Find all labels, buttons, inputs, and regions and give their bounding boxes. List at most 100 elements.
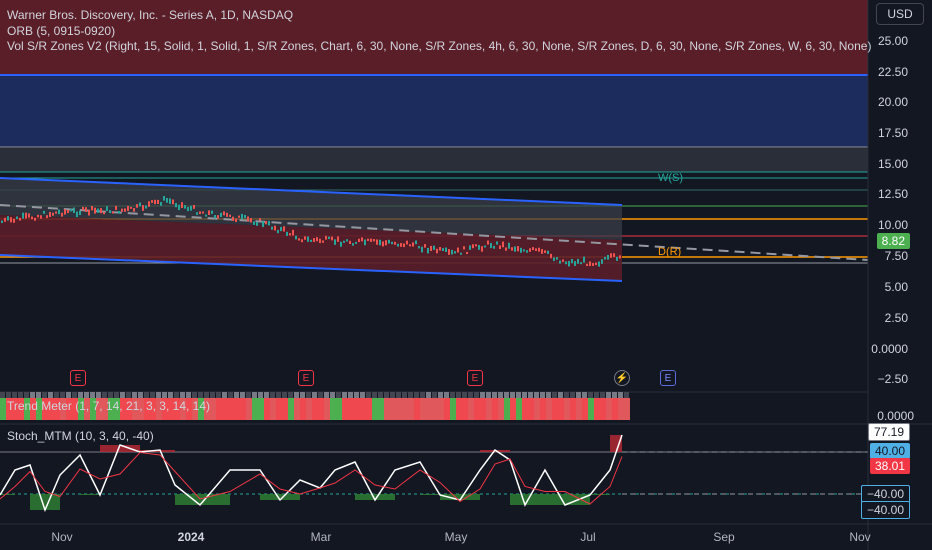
trend-meter-top-tick bbox=[594, 392, 599, 398]
trend-meter-bar bbox=[234, 398, 240, 420]
earnings-marker[interactable]: E bbox=[70, 370, 86, 386]
trend-meter-bar bbox=[336, 398, 342, 420]
candle bbox=[139, 202, 141, 207]
earnings-marker[interactable]: E bbox=[298, 370, 314, 386]
candle bbox=[280, 226, 282, 232]
candle bbox=[103, 212, 105, 215]
candle bbox=[226, 212, 228, 217]
trend-meter-title[interactable]: Trend Meter (1, 7, 14, 21, 3, 3, 14, 14) bbox=[7, 399, 210, 413]
candle bbox=[493, 245, 495, 249]
trend-meter-bar bbox=[612, 398, 618, 420]
candle bbox=[397, 243, 399, 247]
candle bbox=[34, 217, 36, 221]
trend-meter-top-tick bbox=[192, 392, 197, 398]
trend-meter-bar bbox=[624, 398, 630, 420]
trend-meter-bar bbox=[360, 398, 366, 420]
trend-meter-bar bbox=[258, 398, 264, 420]
candle bbox=[61, 212, 63, 217]
orb-indicator-legend[interactable]: ORB (5, 0915-0920) bbox=[7, 24, 115, 38]
trend-meter-bar bbox=[540, 398, 546, 420]
stoch-extreme-fill bbox=[0, 494, 15, 495]
candle bbox=[133, 208, 135, 212]
trend-meter-top-tick bbox=[414, 392, 419, 398]
candle bbox=[358, 238, 360, 243]
trend-meter-top-tick bbox=[564, 392, 569, 398]
candle bbox=[424, 244, 426, 248]
earnings-marker[interactable]: E bbox=[467, 370, 483, 386]
candle bbox=[490, 243, 492, 249]
candle bbox=[598, 261, 600, 267]
trend-meter-bar bbox=[354, 398, 360, 420]
trend-meter-top-tick bbox=[90, 392, 95, 398]
candle bbox=[601, 259, 603, 264]
dividend-icon[interactable]: ⚡ bbox=[614, 370, 630, 386]
trend-meter-top-tick bbox=[96, 392, 101, 398]
trend-meter-top-tick bbox=[576, 392, 581, 398]
candle bbox=[115, 205, 117, 210]
candle bbox=[142, 205, 144, 211]
candle bbox=[181, 202, 183, 209]
trend-meter-top-tick bbox=[126, 392, 131, 398]
candle bbox=[508, 242, 510, 249]
price-tick-label: 12.50 bbox=[877, 187, 908, 201]
symbol-legend[interactable]: Warner Bros. Discovery, Inc. - Series A,… bbox=[7, 8, 293, 22]
trend-meter-top-tick bbox=[588, 392, 593, 398]
vol-sr-indicator-legend[interactable]: Vol S/R Zones V2 (Right, 15, Solid, 1, S… bbox=[7, 39, 871, 53]
candle bbox=[121, 208, 123, 212]
stoch-mtm-title[interactable]: Stoch_MTM (10, 3, 40, -40) bbox=[7, 429, 154, 443]
price-tick-label: 22.50 bbox=[877, 65, 908, 79]
trend-meter-top-tick bbox=[252, 392, 257, 398]
candle bbox=[604, 256, 606, 260]
trend-meter-top-tick bbox=[108, 392, 113, 398]
candle bbox=[532, 247, 534, 251]
candle bbox=[463, 246, 465, 250]
candle bbox=[313, 238, 315, 243]
trend-meter-bar bbox=[216, 398, 222, 420]
candle bbox=[124, 208, 126, 212]
candle bbox=[469, 245, 471, 250]
trend-meter-top-tick bbox=[282, 392, 287, 398]
candle bbox=[544, 250, 546, 253]
trend-meter-bar bbox=[456, 398, 462, 420]
trend-meter-top-tick bbox=[420, 392, 425, 398]
upcoming-earnings-marker[interactable]: E bbox=[660, 370, 676, 386]
candle bbox=[52, 212, 54, 216]
candle bbox=[130, 206, 132, 209]
candle bbox=[322, 240, 324, 243]
trend-meter-bar bbox=[252, 398, 258, 420]
trend-meter-top-tick bbox=[396, 392, 401, 398]
candle bbox=[208, 210, 210, 215]
candle bbox=[325, 235, 327, 240]
trend-meter-top-tick bbox=[294, 392, 299, 398]
candle bbox=[271, 226, 273, 230]
candle bbox=[166, 197, 168, 203]
candle bbox=[58, 209, 60, 215]
candle bbox=[487, 240, 489, 245]
trend-meter-bar bbox=[240, 398, 246, 420]
trend-meter-bar bbox=[588, 398, 594, 420]
candle bbox=[565, 261, 567, 265]
stoch-main-value: 77.19 bbox=[867, 423, 910, 441]
candle bbox=[562, 259, 564, 262]
candle bbox=[295, 235, 297, 240]
chart-canvas[interactable] bbox=[0, 0, 932, 550]
candle bbox=[289, 233, 291, 236]
candle bbox=[403, 243, 405, 248]
trend-meter-bar bbox=[222, 398, 228, 420]
trend-meter-bar bbox=[288, 398, 294, 420]
candle bbox=[607, 255, 609, 260]
price-tick-label: 17.50 bbox=[877, 126, 908, 140]
candle bbox=[256, 222, 258, 226]
price-tick-label: 0.0000 bbox=[871, 342, 908, 356]
trend-meter-top-tick bbox=[270, 392, 275, 398]
candle bbox=[274, 225, 276, 231]
candle bbox=[307, 236, 309, 242]
candle bbox=[457, 247, 459, 253]
candle bbox=[619, 255, 621, 259]
candle bbox=[148, 201, 150, 207]
trend-meter-top-tick bbox=[288, 392, 293, 398]
trend-meter-bar bbox=[378, 398, 384, 420]
trend-meter-bar bbox=[594, 398, 600, 420]
price-tick-label: 10.00 bbox=[877, 218, 908, 232]
currency-button[interactable]: USD bbox=[876, 3, 924, 25]
